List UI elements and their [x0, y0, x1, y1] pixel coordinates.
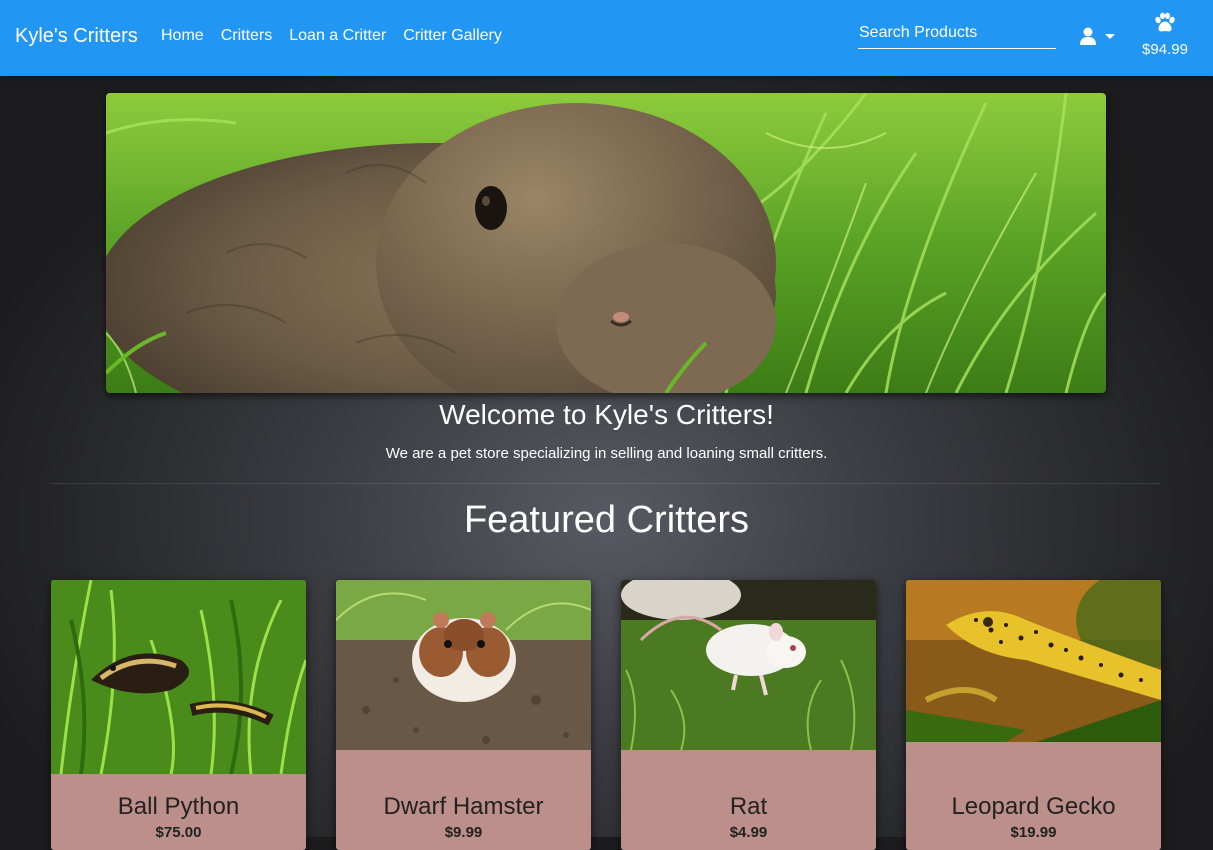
product-card-dwarf-hamster[interactable]: Dwarf Hamster $9.99: [336, 580, 591, 850]
rat-photo: [621, 580, 876, 750]
caret-down-icon: [1105, 34, 1115, 39]
cart-total: $94.99: [1142, 41, 1188, 58]
nav-link-critters[interactable]: Critters: [221, 27, 273, 45]
dwarf-hamster-photo: [336, 580, 591, 750]
product-name: Rat: [729, 793, 768, 820]
product-card-rat[interactable]: Rat $4.99: [621, 580, 876, 850]
cart-button[interactable]: $94.99: [1134, 12, 1196, 62]
product-price: $4.99: [729, 824, 768, 841]
brand-link[interactable]: Kyle's Critters: [15, 25, 138, 48]
section-divider: [51, 483, 1161, 484]
nav-link-loan-a-critter[interactable]: Loan a Critter: [289, 27, 386, 45]
product-name: Leopard Gecko: [951, 793, 1116, 820]
user-icon: [1080, 27, 1096, 45]
product-name: Dwarf Hamster: [383, 793, 544, 820]
welcome-text: We are a pet store specializing in selli…: [385, 445, 828, 462]
nav-links: Home Critters Loan a Critter Critter Gal…: [161, 27, 519, 45]
hero-image: [106, 93, 1106, 393]
product-price: $19.99: [1010, 824, 1057, 841]
product-price: $75.00: [155, 824, 202, 841]
welcome-title: Welcome to Kyle's Critters!: [439, 399, 774, 430]
search-input[interactable]: [858, 18, 1056, 49]
nav-link-home[interactable]: Home: [161, 27, 204, 45]
featured-title: Featured Critters: [463, 499, 750, 541]
product-card-leopard-gecko[interactable]: Leopard Gecko $19.99: [906, 580, 1161, 850]
nav-link-critter-gallery[interactable]: Critter Gallery: [403, 27, 502, 45]
ball-python-photo: [51, 580, 306, 774]
product-name: Ball Python: [117, 793, 240, 820]
product-price: $9.99: [444, 824, 483, 841]
paw-icon: [1155, 12, 1175, 32]
leopard-gecko-photo: [906, 580, 1161, 742]
navbar: Kyle's Critters Home Critters Loan a Cri…: [0, 0, 1213, 76]
product-card-ball-python[interactable]: Ball Python $75.00: [51, 580, 306, 850]
user-menu-button[interactable]: [1078, 26, 1118, 48]
